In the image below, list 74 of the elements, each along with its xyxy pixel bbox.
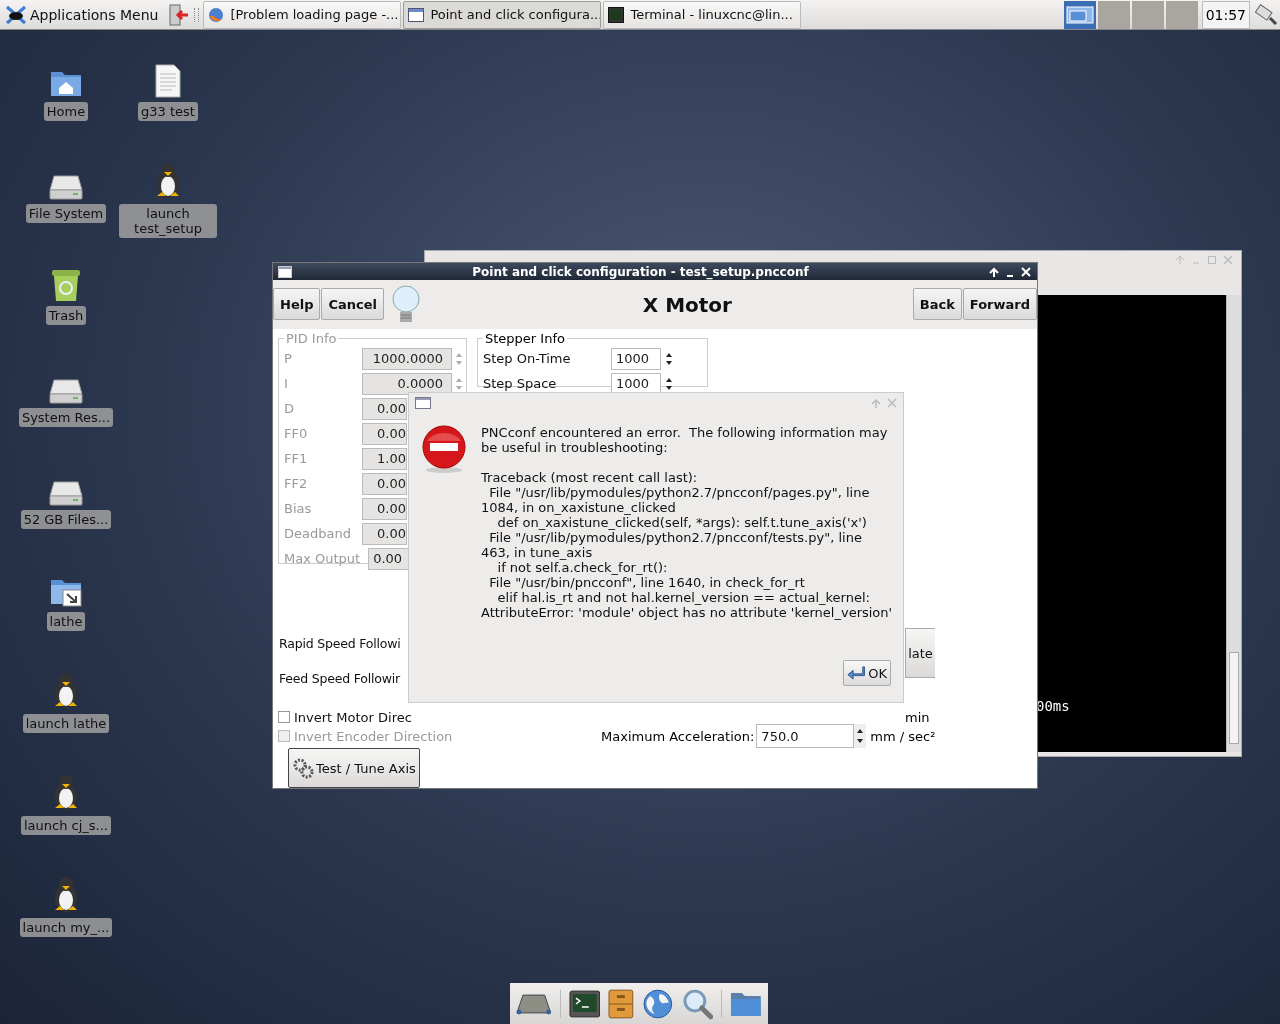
field-label: FF0 bbox=[284, 426, 309, 441]
spin-arrows-icon[interactable] bbox=[854, 724, 867, 748]
terminal-icon[interactable] bbox=[568, 989, 601, 1018]
unit-label: min bbox=[905, 709, 930, 725]
page-heading: X Motor bbox=[641, 292, 733, 318]
calculate-button[interactable]: late bbox=[905, 628, 935, 678]
desktop-icon-label[interactable]: System Res... bbox=[18, 408, 114, 427]
desktop-icon-label[interactable]: Trash bbox=[45, 306, 87, 325]
mouse-logo-icon bbox=[5, 4, 27, 25]
folder-icon[interactable] bbox=[730, 990, 762, 1017]
field-label: Deadband bbox=[284, 526, 352, 541]
toolbar-button[interactable]: Cancel bbox=[321, 288, 384, 321]
globe-icon bbox=[208, 6, 225, 23]
desktop-icon-label[interactable]: Home bbox=[43, 102, 89, 121]
desktop-icon-label[interactable]: launch lathe bbox=[22, 714, 110, 733]
number-field[interactable]: 750.0 bbox=[756, 724, 855, 748]
number-field[interactable]: 1000 bbox=[611, 347, 661, 370]
drive-icon[interactable] bbox=[49, 378, 83, 404]
window-icon bbox=[415, 397, 431, 409]
gears-icon bbox=[292, 757, 314, 779]
field-label: FF1 bbox=[284, 451, 309, 466]
clock: 01:57 bbox=[1201, 0, 1250, 29]
file-cabinet-icon[interactable] bbox=[608, 988, 634, 1019]
taskbar-button[interactable]: Point and click configura... bbox=[403, 0, 602, 29]
field-label: Step Space bbox=[483, 376, 558, 391]
unit-label: mm / sec² bbox=[870, 728, 936, 744]
desktop-icon-label[interactable]: 52 GB Files... bbox=[20, 510, 112, 529]
enter-arrow-icon bbox=[847, 664, 867, 682]
nav-button[interactable]: Forward bbox=[962, 288, 1037, 321]
panel-handle[interactable] bbox=[194, 7, 200, 22]
field-label: D bbox=[284, 401, 295, 416]
frame-title: PID Info bbox=[285, 331, 338, 346]
desktop-icon-label[interactable]: launch test_setup bbox=[119, 204, 217, 238]
traceback-text: Traceback (most recent call last): File "/usr/lib/pymodules/python2.7/pncconf/pages.py", line 1084, in on_xaxistune_clicked def on_xaxistune_clicked(self, *args): self.t.tune_axis('x') File "/usr/lib/pymodules/python2.7/pncconf/tests.py", line 463, in tune_axis if not self.a.check_for_rt(): File "/usr/bin/pncconf", line 1640, in check_for_rt elif hal.is_rt and not hal.kernel_version == actual_kernel: AttributeError: 'module' object has no attribute 'kernel_version' bbox=[481, 470, 893, 620]
document-icon[interactable] bbox=[154, 64, 182, 98]
field-label: Rapid Speed Followi bbox=[279, 636, 402, 651]
number-field[interactable]: 1000 bbox=[611, 372, 661, 395]
desktop-icon-label[interactable]: lathe bbox=[46, 612, 86, 631]
desktop-icon-label[interactable]: g33 test bbox=[138, 102, 198, 121]
logout-icon[interactable] bbox=[168, 3, 191, 26]
field-label: Step On-Time bbox=[483, 351, 572, 366]
window-icon bbox=[408, 7, 425, 22]
drive-icon[interactable] bbox=[49, 480, 83, 506]
search-icon[interactable] bbox=[681, 987, 714, 1020]
field-label: Bias bbox=[284, 501, 313, 516]
toolbar-button[interactable]: Help bbox=[273, 288, 321, 321]
ok-button[interactable]: OK bbox=[843, 660, 891, 686]
globe-icon[interactable] bbox=[642, 987, 674, 1020]
field-label: Maximum Acceleration: bbox=[601, 728, 755, 744]
window-icon bbox=[278, 265, 292, 278]
error-icon bbox=[421, 425, 467, 473]
workspace-button[interactable] bbox=[1063, 0, 1096, 29]
field-label: Max Output bbox=[284, 551, 361, 566]
desktop-icon-label[interactable]: launch my_... bbox=[19, 918, 113, 937]
taskbar-button[interactable]: [Problem loading page -... bbox=[203, 0, 402, 29]
desktop-icon-label[interactable]: launch cj_s... bbox=[21, 816, 111, 835]
field-label: Feed Speed Followir bbox=[279, 671, 401, 686]
checkbox[interactable]: Invert Motor Direc bbox=[278, 708, 413, 726]
window-title: Point and click configuration - test_setup.pncconf bbox=[471, 264, 810, 279]
drive-icon[interactable] bbox=[516, 992, 552, 1015]
field-label: I bbox=[284, 376, 289, 391]
drive-icon[interactable] bbox=[49, 174, 83, 200]
tune-axis-button[interactable]: Test / Tune Axis bbox=[288, 748, 420, 788]
error-message: PNCconf encountered an error. The following information may be useful in troubleshooting: bbox=[481, 425, 889, 455]
frame-title: Stepper Info bbox=[484, 331, 566, 346]
trash-icon[interactable] bbox=[50, 268, 82, 302]
taskbar-button[interactable]: Terminal - linuxcnc@lin... bbox=[603, 0, 802, 29]
terminal-icon bbox=[608, 6, 625, 23]
field-label: P bbox=[284, 351, 293, 366]
desktop-icon-label[interactable]: File System bbox=[25, 204, 107, 223]
applications-menu[interactable]: Applications Menu bbox=[0, 0, 165, 29]
field-label: FF2 bbox=[284, 476, 309, 491]
nav-button[interactable]: Back bbox=[912, 288, 962, 321]
scrollbar[interactable] bbox=[1226, 295, 1241, 752]
